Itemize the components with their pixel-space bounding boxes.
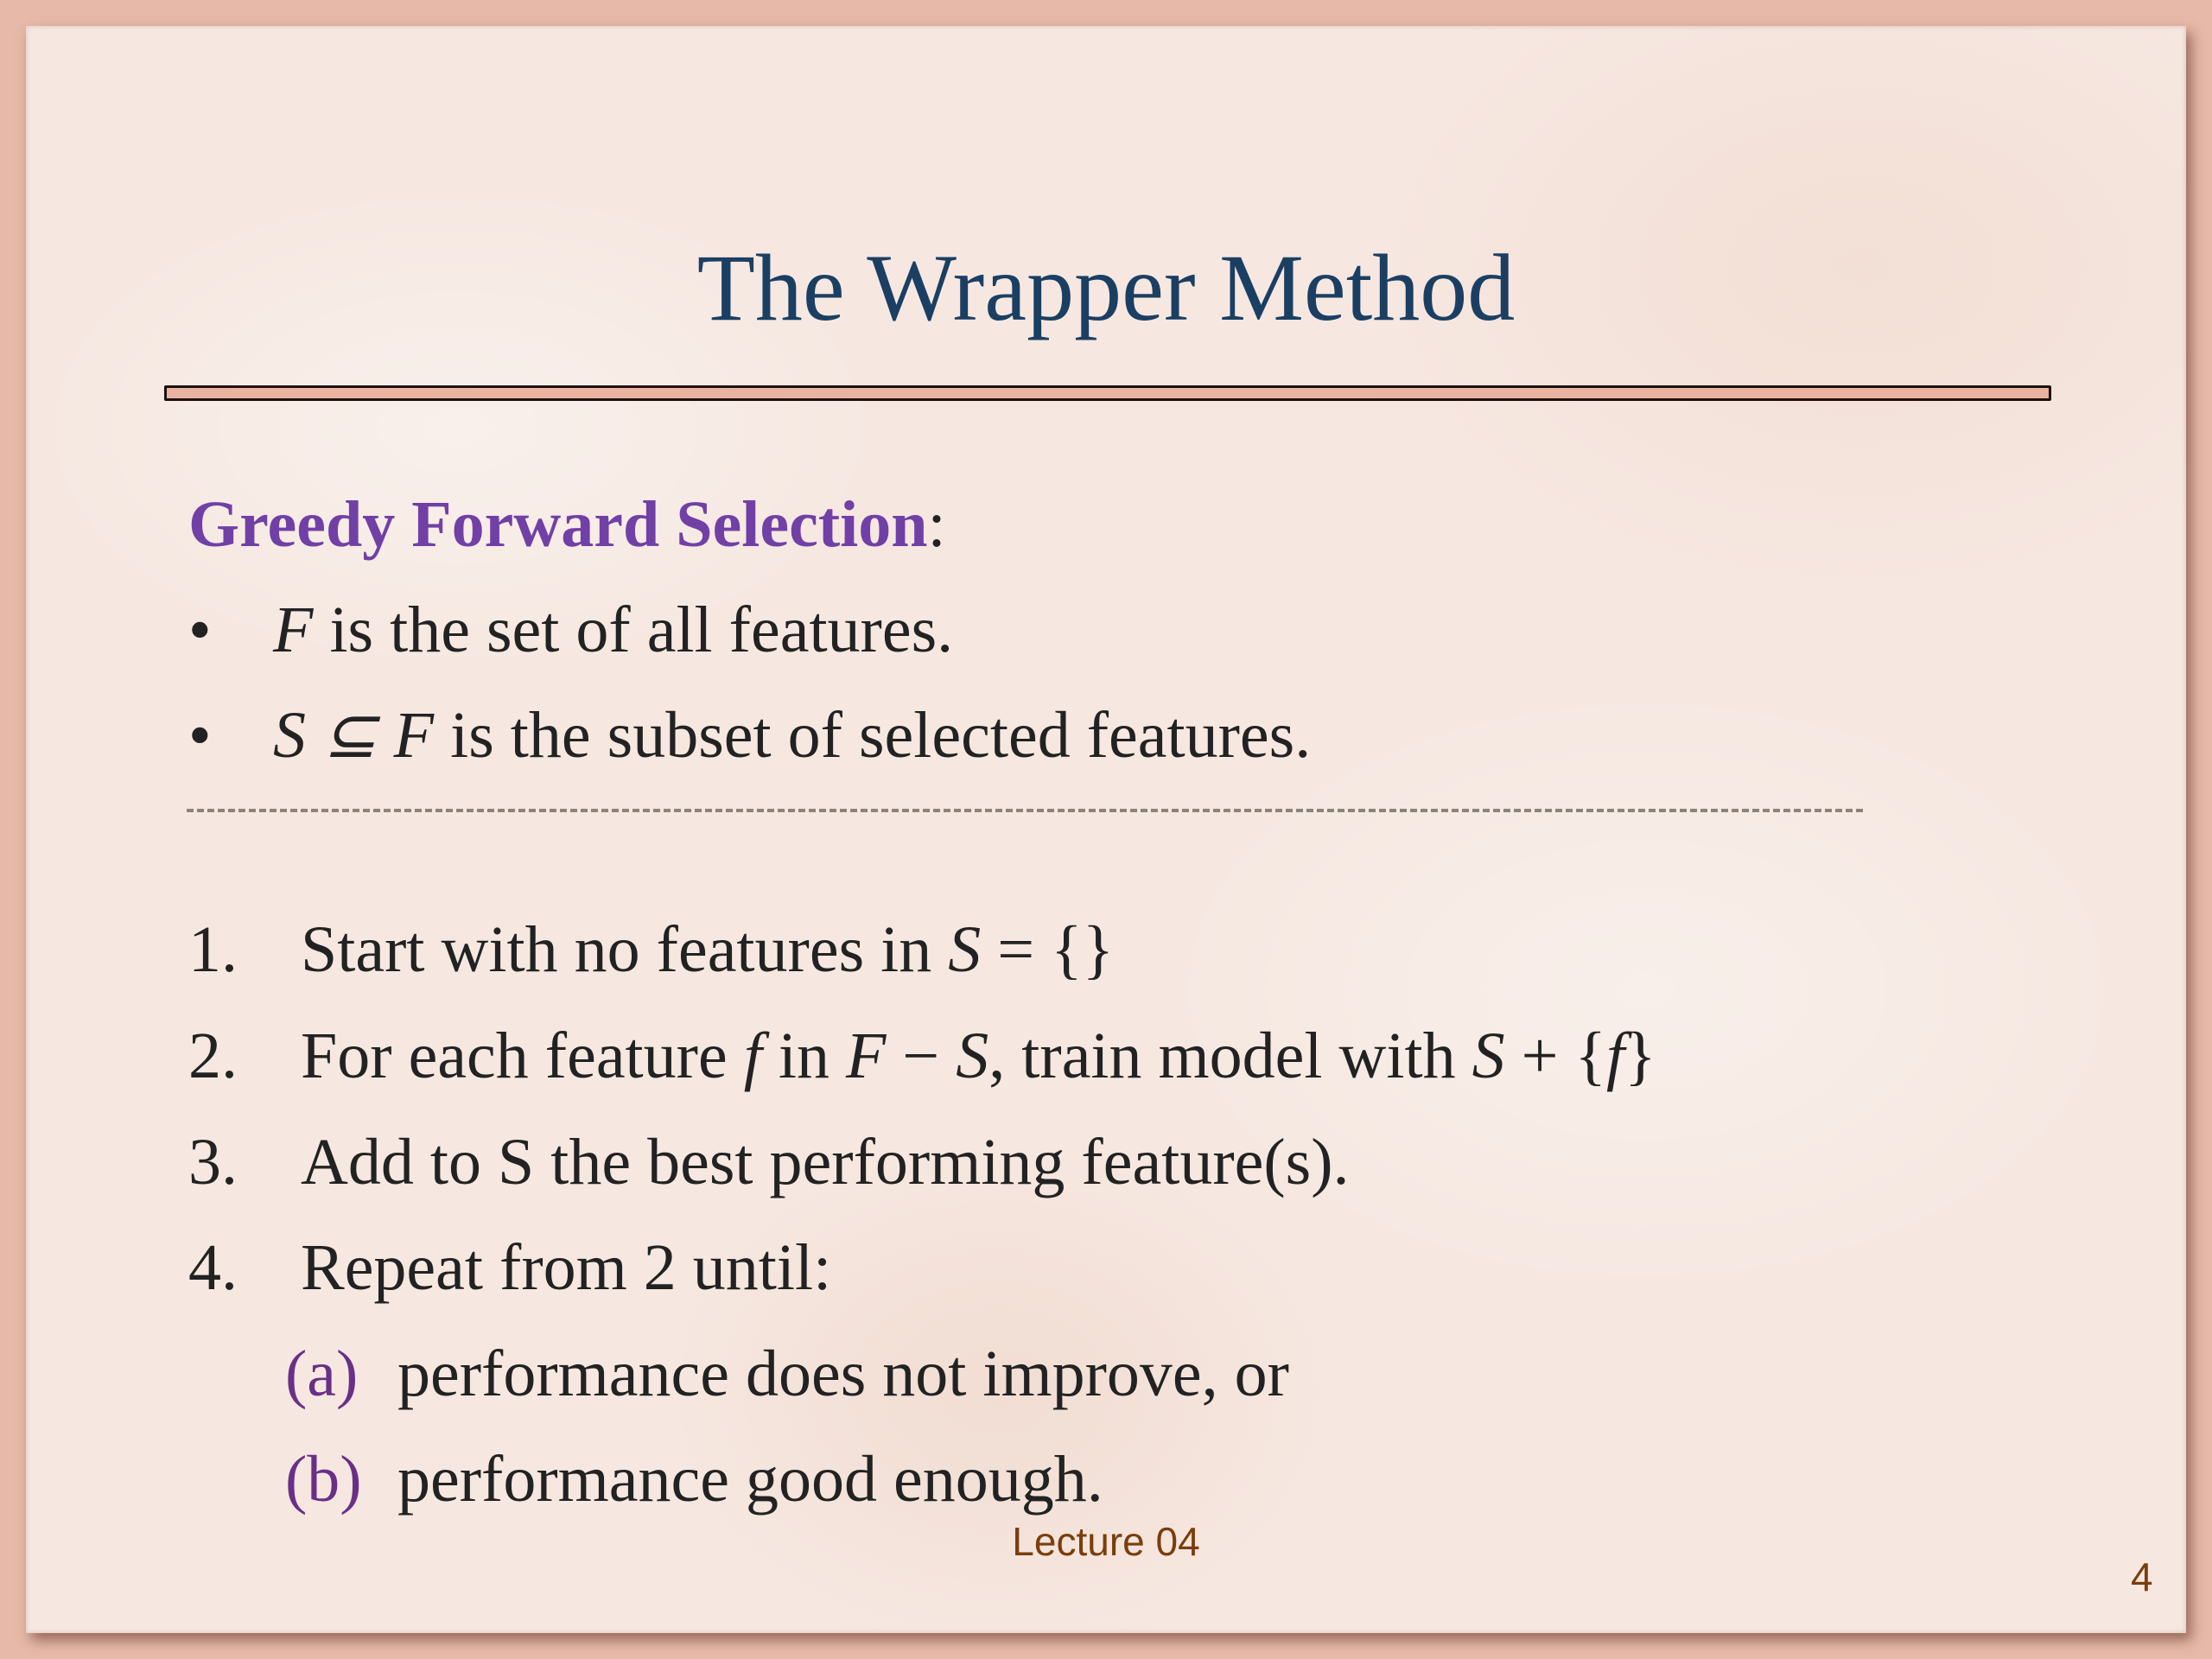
math-expression: S: [1471, 1020, 1505, 1092]
math-expression: S ⊆ F: [273, 699, 435, 772]
slide-title: The Wrapper Method: [696, 235, 1516, 340]
page-number: 4: [2131, 1554, 2153, 1599]
slide: The Wrapper Method Greedy Forward Select…: [26, 26, 2186, 1633]
step-number: 3.: [188, 1126, 238, 1198]
substep-letter: (a): [285, 1338, 359, 1410]
substep-item: (a) performance does not improve, or: [285, 1335, 1289, 1413]
step-item: 3. Add to S the best performing feature(s…: [188, 1123, 1350, 1201]
step-text: , train model with: [988, 1020, 1472, 1092]
subheading: Greedy Forward Selection:: [188, 486, 946, 563]
dashed-divider: [187, 809, 1863, 812]
math-expression: f: [743, 1020, 762, 1092]
subheading-text: Greedy Forward Selection: [188, 488, 928, 561]
title-rule: [164, 385, 2051, 401]
bullet-text: is the subset of selected features.: [434, 699, 1312, 772]
substep-text: performance good enough.: [397, 1443, 1103, 1516]
step-item: 2. For each feature f in F − S, train mod…: [188, 1017, 1656, 1095]
step-text: Start with no features in: [301, 913, 949, 986]
step-item: 1. Start with no features in S = {}: [188, 911, 1114, 988]
math-expression: S: [956, 1020, 989, 1092]
step-number: 2.: [188, 1020, 238, 1092]
bullet-marker: •: [188, 594, 212, 666]
bullet-item: • S ⊆ F is the subset of selected feature…: [188, 696, 1311, 774]
math-expression: S: [948, 913, 982, 986]
step-text: + {: [1504, 1020, 1606, 1092]
bullet-marker: •: [188, 699, 212, 772]
step-text: in: [761, 1020, 846, 1092]
substep-letter: (b): [285, 1443, 362, 1516]
step-text: Repeat from 2 until:: [301, 1231, 832, 1304]
substep-text: performance does not improve, or: [397, 1338, 1289, 1410]
substep-item: (b) performance good enough.: [285, 1440, 1103, 1518]
math-expression: F: [273, 594, 314, 666]
footer-lecture-label: Lecture 04: [1012, 1519, 1200, 1564]
step-text-tail: = {}: [981, 913, 1115, 986]
step-number: 1.: [188, 913, 238, 986]
subheading-colon: :: [927, 488, 946, 561]
step-text: Add to S the best performing feature(s).: [301, 1126, 1350, 1198]
step-text: −: [886, 1020, 957, 1092]
math-expression: f: [1605, 1020, 1625, 1092]
step-text: For each feature: [301, 1020, 744, 1092]
step-item: 4. Repeat from 2 until:: [188, 1229, 831, 1306]
math-expression: F: [845, 1020, 887, 1092]
step-text: }: [1624, 1020, 1656, 1092]
bullet-item: • F is the set of all features.: [188, 591, 953, 669]
bullet-text: is the set of all features.: [313, 594, 954, 666]
step-number: 4.: [188, 1231, 238, 1304]
